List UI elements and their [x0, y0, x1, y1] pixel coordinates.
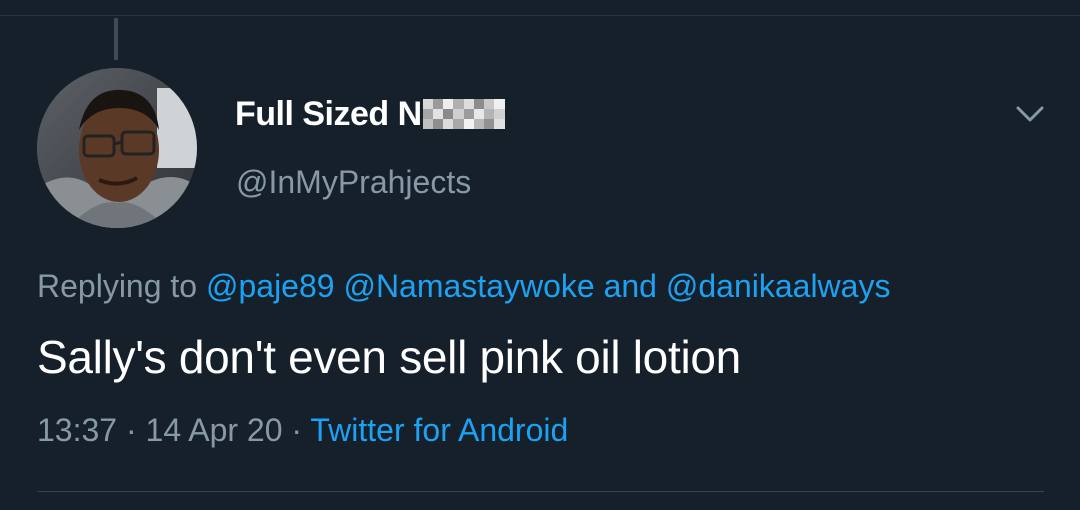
avatar-photo — [37, 68, 197, 228]
avatar[interactable] — [37, 68, 197, 228]
thread-connector-line — [114, 18, 118, 60]
tweet-view: Full Sized N @InMyPrahjects Replying to … — [0, 0, 1080, 510]
mention-link[interactable]: @danikaalways — [666, 268, 891, 304]
tweet-text: Sally's don't even sell pink oil lotion — [37, 331, 741, 383]
author-name-row[interactable]: Full Sized N — [235, 92, 505, 136]
chevron-down-icon[interactable] — [1012, 96, 1048, 132]
meta-separator: · — [125, 412, 137, 448]
censor-pixelation — [422, 99, 505, 129]
tweet-time: 13:37 — [37, 412, 118, 448]
mention-link[interactable]: @Namastaywoke — [343, 268, 594, 304]
author-handle[interactable]: @InMyPrahjects — [236, 164, 471, 201]
bottom-divider — [37, 491, 1044, 492]
mention-link[interactable]: @paje89 — [206, 268, 335, 304]
replying-to-line: Replying to @paje89 @Namastaywoke and @d… — [37, 268, 890, 305]
top-divider — [0, 15, 1080, 16]
tweet-source-link[interactable]: Twitter for Android — [310, 412, 568, 448]
meta-separator: · — [291, 412, 303, 448]
author-display-name[interactable]: Full Sized N — [235, 95, 422, 134]
conjunction-and: and — [603, 268, 657, 304]
tweet-date: 14 Apr 20 — [145, 412, 283, 448]
tweet-meta: 13:37 · 14 Apr 20 · Twitter for Android — [37, 412, 568, 449]
replying-to-label: Replying to — [37, 268, 198, 304]
